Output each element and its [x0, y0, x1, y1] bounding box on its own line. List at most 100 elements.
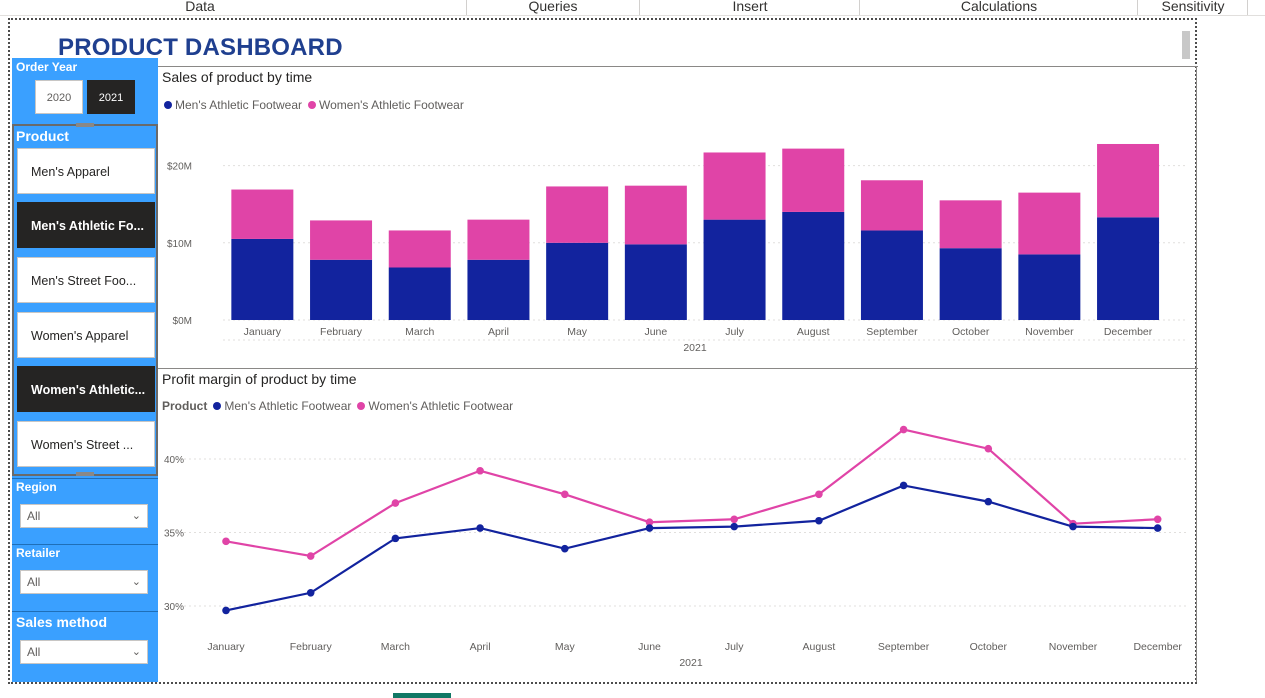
line-point-womens	[391, 499, 400, 507]
legend-womens-label[interactable]: Women's Athletic Footwear	[368, 399, 513, 413]
line-point-mens	[222, 606, 230, 615]
bar-womens	[860, 180, 923, 231]
line-x-tick-label: June	[638, 641, 661, 653]
sales-bar-chart: $0M $10M $20M January February March April May J…	[167, 143, 1188, 354]
active-page-tab[interactable]	[393, 693, 451, 698]
sales-method-dropdown[interactable]: All ⌄	[20, 640, 148, 664]
product-mens-apparel[interactable]: Men's Apparel	[17, 148, 155, 194]
product-womens-apparel[interactable]: Women's Apparel	[17, 312, 155, 358]
ribbon-tab-calculations[interactable]: Calculations	[939, 0, 1059, 15]
profit-line-chart: 30% 35% 40% January February March April May Jun…	[164, 425, 1188, 669]
bar-mens	[939, 248, 1002, 320]
line-point-mens	[476, 524, 484, 532]
line-point-mens	[306, 588, 315, 597]
bar-mens	[231, 238, 294, 320]
bar-womens	[310, 220, 373, 260]
line-point-mens	[391, 534, 400, 543]
product-label: Product	[16, 128, 69, 144]
slicer-divider	[12, 478, 158, 479]
line-point-womens	[561, 490, 569, 499]
bar-x-tick-label: January	[244, 326, 282, 338]
bar-x-tick-label: June	[644, 326, 667, 338]
region-label: Region	[16, 480, 57, 494]
line-point-mens	[1069, 522, 1077, 531]
line-x-tick-label: April	[470, 641, 491, 653]
line-x-tick-label: October	[970, 641, 1008, 653]
profit-chart-legend: Product Men's Athletic Footwear Women's At…	[162, 399, 519, 413]
line-point-womens	[306, 552, 315, 560]
bar-mens	[467, 259, 530, 320]
retailer-label: Retailer	[16, 546, 61, 560]
line-point-womens	[815, 490, 823, 499]
resize-handle[interactable]	[76, 123, 94, 127]
bar-mens	[388, 267, 451, 320]
bar-x-tick-label: November	[1025, 326, 1074, 338]
year-2020-button[interactable]: 2020	[35, 80, 83, 114]
ribbon-separator	[1247, 0, 1248, 15]
chart-right-border	[1196, 66, 1197, 682]
line-y-tick-label: 30%	[164, 602, 184, 613]
product-womens-street-footwear[interactable]: Women's Street ...	[17, 421, 155, 467]
ribbon-separator	[639, 0, 640, 15]
ribbon-tab-data[interactable]: Data	[150, 0, 250, 15]
chevron-down-icon: ⌄	[131, 646, 141, 658]
product-mens-street-footwear[interactable]: Men's Street Foo...	[17, 257, 155, 303]
year-2021-button[interactable]: 2021	[87, 80, 135, 114]
bar-mens	[1018, 254, 1081, 320]
bar-mens	[782, 211, 845, 320]
bar-womens	[782, 148, 845, 212]
product-mens-athletic-footwear[interactable]: Men's Athletic Fo...	[17, 202, 155, 248]
line-point-womens	[899, 425, 908, 434]
line-point-mens	[984, 497, 993, 506]
line-point-womens	[730, 515, 738, 524]
bar-x-group-label: 2021	[683, 342, 707, 354]
line-x-tick-label: January	[207, 641, 245, 653]
sales-method-label: Sales method	[16, 614, 108, 630]
line-x-tick-label: May	[555, 641, 576, 653]
ribbon-tab-queries[interactable]: Queries	[503, 0, 603, 15]
line-x-tick-label: November	[1049, 641, 1098, 653]
line-point-womens	[984, 444, 993, 453]
bar-womens	[939, 200, 1002, 249]
bar-x-tick-label: October	[952, 326, 990, 338]
retailer-dropdown[interactable]: All ⌄	[20, 570, 148, 594]
bar-womens	[1097, 143, 1160, 218]
bar-x-tick-label: July	[725, 326, 744, 338]
line-point-womens	[222, 537, 230, 546]
sales-method-value: All	[27, 645, 41, 659]
bar-x-tick-label: May	[567, 326, 588, 338]
bar-womens	[703, 152, 766, 220]
bar-y-tick-label: $20M	[167, 162, 192, 173]
bar-x-tick-label: February	[320, 326, 363, 338]
product-womens-athletic-footwear[interactable]: Women's Athletic...	[17, 366, 155, 412]
bar-x-tick-label: March	[405, 326, 434, 338]
bar-womens	[231, 189, 294, 239]
legend-mens-label[interactable]: Men's Athletic Footwear	[224, 399, 351, 413]
ribbon-tab-sensitivity[interactable]: Sensitivity	[1148, 0, 1238, 15]
bar-mens	[703, 219, 766, 320]
ribbon-tab-insert[interactable]: Insert	[700, 0, 800, 15]
line-point-womens	[1153, 515, 1162, 524]
line-x-tick-label: December	[1133, 641, 1182, 653]
line-x-tick-label: August	[803, 641, 836, 653]
canvas-scrollbar[interactable]	[1182, 31, 1190, 59]
line-point-mens	[561, 544, 569, 553]
title-divider	[158, 66, 1198, 67]
bar-womens	[624, 185, 687, 245]
bar-womens	[388, 230, 451, 268]
legend-mens-dot	[164, 101, 172, 109]
chart-divider	[158, 368, 1198, 369]
bar-y-tick-label: $10M	[167, 239, 192, 250]
line-point-mens	[1153, 524, 1162, 532]
legend-title: Product	[162, 399, 208, 413]
bar-x-tick-label: December	[1104, 326, 1153, 338]
line-point-mens	[899, 481, 908, 490]
ribbon-separator	[859, 0, 860, 15]
bar-mens	[310, 259, 373, 320]
resize-handle[interactable]	[76, 472, 94, 476]
line-x-tick-label: March	[381, 641, 410, 653]
page-tabs-strip	[0, 688, 1265, 698]
region-dropdown[interactable]: All ⌄	[20, 504, 148, 528]
line-x-group-label: 2021	[679, 657, 703, 669]
line-point-mens	[730, 522, 738, 531]
